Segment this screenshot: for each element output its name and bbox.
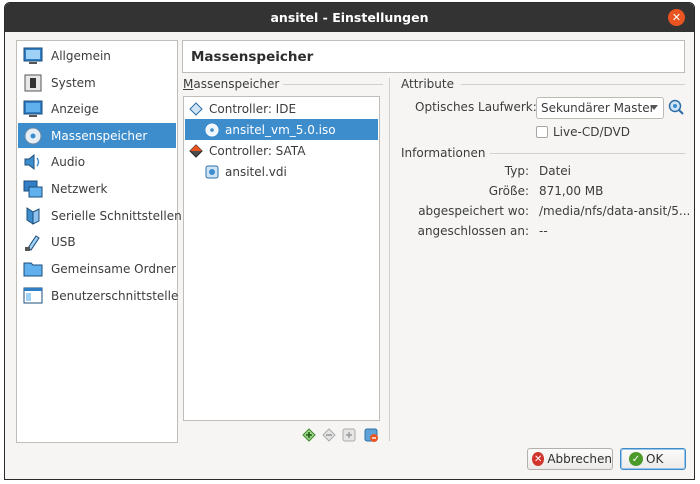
sidebar-item-general[interactable]: Allgemein [18,43,176,68]
ok-button[interactable]: ✓ OK [620,448,686,470]
tree-item-iso[interactable]: ansitel_vm_5.0.iso [185,119,378,140]
sidebar-item-label: Massenspeicher [51,128,148,143]
chevron-down-icon [650,105,658,110]
info-type-key: Typ: [504,164,529,178]
sidebar-item-shared-folders[interactable]: Gemeinsame Ordner [18,256,176,281]
general-icon [22,45,43,66]
tree-item-label: ansitel_vm_5.0.iso [225,122,336,137]
tree-item-ide-controller[interactable]: Controller: IDE [185,98,378,119]
info-location-key: abgespeichert wo: [418,204,529,218]
info-size-value: 871,00 MB [539,184,604,198]
tree-item-sata-controller[interactable]: Controller: SATA [185,140,378,161]
group-separator [283,84,383,85]
sidebar-item-label: Gemeinsame Ordner [51,261,176,276]
window-title: ansitel - Einstellungen [270,10,429,25]
panel-divider [389,78,390,441]
audio-icon [22,151,43,172]
optical-drive-select[interactable]: Sekundärer Master [536,97,664,119]
sidebar-item-audio[interactable]: Audio [18,149,176,174]
sidebar-item-storage[interactable]: Massenspeicher [18,123,176,148]
sidebar-item-display[interactable]: Anzeige [18,96,176,121]
ide-controller-icon [189,101,203,116]
sidebar-item-label: System [51,75,96,90]
optical-drive-value: Sekundärer Master [541,101,655,115]
page-header: Massenspeicher [182,40,685,73]
sidebar-item-label: Serielle Schnittstellen [51,208,182,223]
hard-disk-icon [205,165,219,179]
storage-group-label-rest: assenspeicher [193,77,280,91]
info-location-value: /media/nfs/data-ansit/5... [539,204,691,218]
serial-port-icon [22,205,43,226]
cancel-icon: ✕ [532,452,545,466]
settings-sidebar: Allgemein System Anzeige Massenspeicher … [16,40,182,443]
cancel-button-label: Abbrechen [547,452,612,466]
tree-item-label: Controller: IDE [209,101,297,116]
group-separator [461,84,685,85]
live-cd-checkbox[interactable] [536,126,548,138]
close-icon: ✕ [671,11,682,24]
checkmark-icon: ✓ [629,452,643,466]
sidebar-item-label: Anzeige [51,101,99,116]
sidebar-item-label: USB [51,234,76,249]
info-attached-value: -- [539,224,548,238]
attributes-group-label: Attribute [401,77,454,91]
sidebar-item-label: Audio [51,154,86,169]
add-controller-icon[interactable] [301,427,317,443]
information-group-label: Informationen [401,146,486,160]
usb-icon [22,231,43,252]
storage-tree[interactable]: Controller: IDE ansitel_vm_5.0.iso Contr… [183,96,380,421]
ok-button-label: OK [646,452,664,466]
sidebar-item-label: Allgemein [51,48,111,63]
page-title: Massenspeicher [191,49,314,65]
group-separator [490,153,685,154]
info-attached-key: angeschlossen an: [417,224,529,238]
remove-attachment-icon[interactable] [363,427,379,443]
sidebar-item-user-interface[interactable]: Benutzerschnittstelle [18,283,179,308]
sidebar-item-usb[interactable]: USB [18,229,176,254]
system-icon [22,72,43,93]
live-cd-label: Live-CD/DVD [553,125,630,139]
tree-item-label: ansitel.vdi [225,164,287,179]
add-attachment-icon[interactable] [341,427,357,443]
tree-item-label: Controller: SATA [209,143,306,158]
optical-disc-icon [205,123,219,137]
shared-folder-icon [22,258,43,279]
storage-icon [22,125,43,146]
close-button[interactable]: ✕ [668,9,685,26]
sata-controller-icon [189,143,203,158]
display-icon [22,98,43,119]
info-type-value: Datei [539,164,572,178]
title-bar: ansitel - Einstellungen ✕ [5,3,694,32]
settings-window: ansitel - Einstellungen ✕ Allgemein Syst… [4,2,695,480]
storage-group-label: Massenspeicher [183,77,280,91]
network-icon [22,178,43,199]
sidebar-item-label: Netzwerk [51,181,108,196]
info-size-key: Größe: [488,184,529,198]
sidebar-item-network[interactable]: Netzwerk [18,176,176,201]
sidebar-item-label: Benutzerschnittstelle [51,288,179,303]
user-interface-icon [22,285,43,306]
sidebar-item-system[interactable]: System [18,70,176,95]
remove-controller-icon[interactable] [321,427,337,443]
choose-disk-icon[interactable] [668,99,685,116]
optical-drive-label: Optisches Laufwerk: [415,100,537,114]
optical-drive-label-text: Optisches Laufwerk: [415,100,537,114]
sidebar-item-serial-ports[interactable]: Serielle Schnittstellen [18,203,182,228]
cancel-button[interactable]: ✕ Abbrechen [527,448,613,470]
